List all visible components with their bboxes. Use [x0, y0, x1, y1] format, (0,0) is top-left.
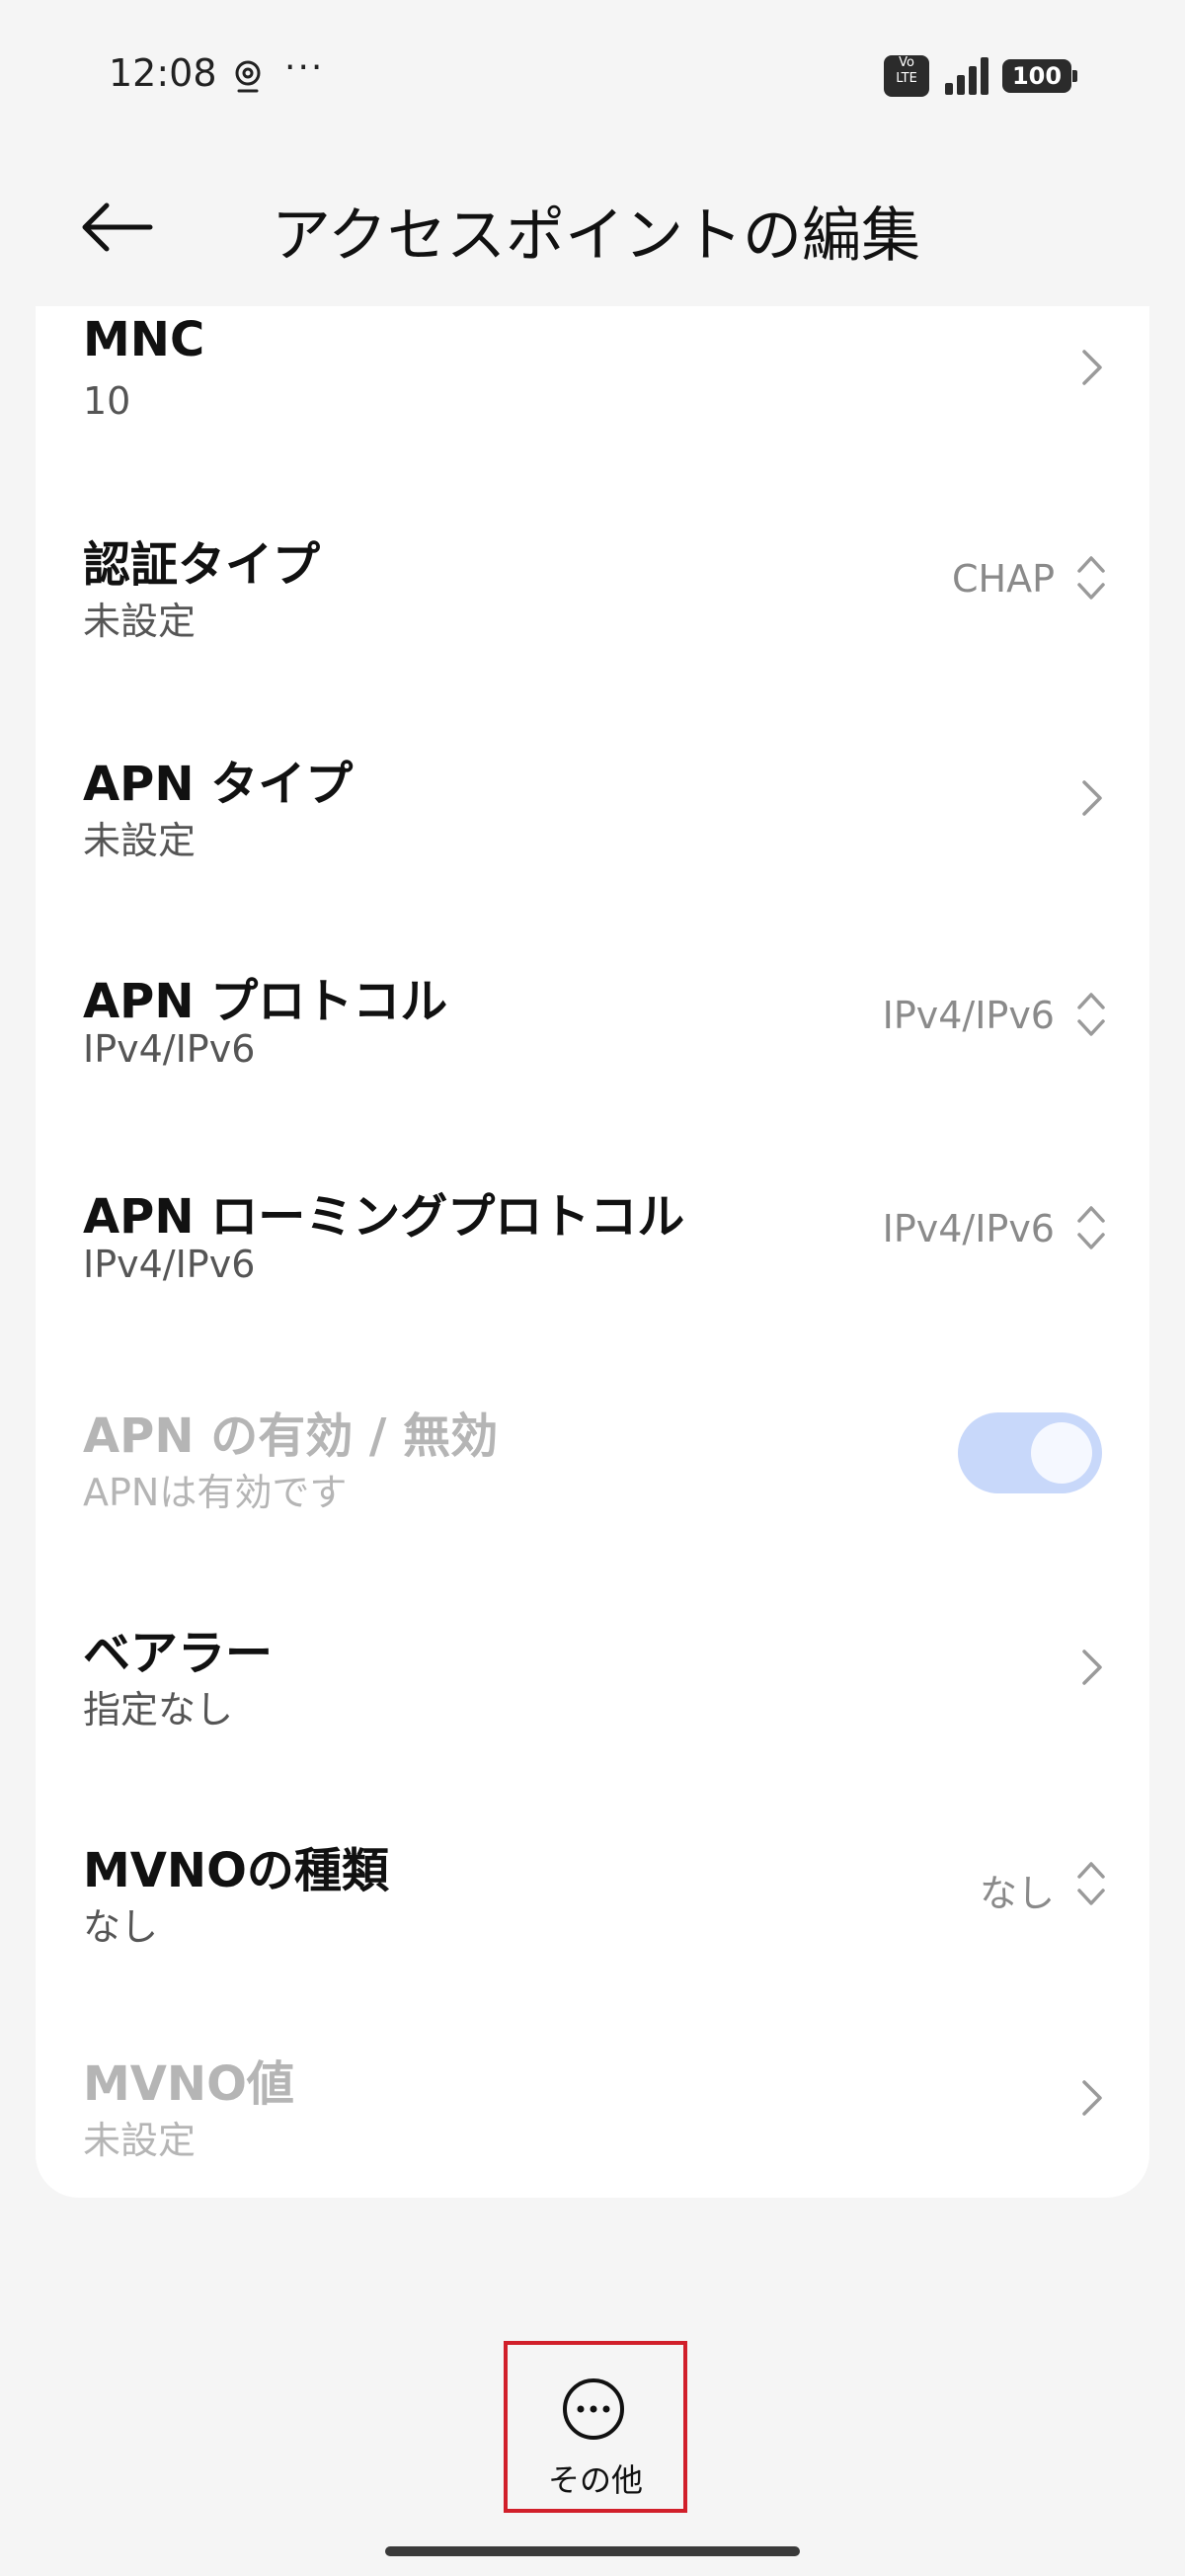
- row-title: 認証タイプ: [83, 537, 321, 593]
- volte-bottom-label: LTE: [896, 71, 917, 86]
- battery-icon: 100: [1002, 59, 1077, 93]
- row-apn-enable: APN の有効 / 無効 APNは有効です: [36, 1333, 1149, 1551]
- row-subtitle: 未設定: [83, 600, 197, 643]
- more-notifications-icon: ···: [284, 47, 325, 88]
- row-subtitle: IPv4/IPv6: [83, 1027, 256, 1071]
- toggle-knob: [1031, 1422, 1092, 1484]
- signal-icon: [945, 57, 988, 95]
- row-subtitle: 未設定: [83, 819, 197, 862]
- chevron-right-icon: [1082, 350, 1102, 385]
- row-title: ベアラー: [83, 1626, 274, 1681]
- updown-chevron-icon: [1077, 1862, 1105, 1905]
- more-options-button[interactable]: その他: [504, 2341, 687, 2513]
- row-title: MVNOの種類: [83, 1843, 389, 1898]
- row-title: APN タイプ: [83, 757, 354, 812]
- app-header: アクセスポイントの編集: [0, 148, 1185, 306]
- status-bar: 12:08 ··· Vo LTE 100: [0, 0, 1185, 148]
- home-indicator[interactable]: [385, 2546, 800, 2556]
- chevron-right-icon: [1082, 1650, 1102, 1685]
- row-title: APN ローミングプロトコル: [83, 1189, 685, 1245]
- location-icon: [235, 60, 261, 93]
- row-subtitle: 未設定: [83, 2119, 197, 2162]
- row-auth-type[interactable]: 認証タイプ 未設定 CHAP: [36, 464, 1149, 682]
- volte-top-label: Vo: [899, 55, 914, 70]
- updown-chevron-icon: [1077, 1206, 1105, 1249]
- more-options-label: その他: [547, 2461, 643, 2499]
- row-title: MNC: [83, 312, 205, 367]
- more-horizontal-circle-icon: [563, 2378, 624, 2440]
- row-bearer[interactable]: ベアラー 指定なし: [36, 1551, 1149, 1768]
- row-subtitle: なし: [83, 1905, 159, 1949]
- row-apn-roaming-protocol[interactable]: APN ローミングプロトコル IPv4/IPv6 IPv4/IPv6: [36, 1116, 1149, 1333]
- row-title: APN プロトコル: [83, 974, 448, 1029]
- status-time: 12:08: [109, 51, 217, 95]
- row-mvno-value[interactable]: MVNO値 未設定: [36, 1985, 1149, 2198]
- row-mvno-type[interactable]: MVNOの種類 なし なし: [36, 1768, 1149, 1985]
- back-arrow-icon[interactable]: [77, 198, 156, 257]
- row-title: MVNO値: [83, 2056, 294, 2112]
- page-title: アクセスポイントの編集: [272, 201, 920, 271]
- updown-chevron-icon: [1077, 993, 1105, 1036]
- row-value: CHAP: [951, 557, 1055, 601]
- row-subtitle: 指定なし: [83, 1688, 234, 1731]
- row-subtitle: 10: [83, 379, 131, 423]
- row-value: IPv4/IPv6: [882, 1207, 1055, 1250]
- row-title: APN の有効 / 無効: [83, 1409, 499, 1464]
- apn-enable-toggle: [958, 1412, 1102, 1493]
- chevron-right-icon: [1082, 780, 1102, 816]
- row-mnc[interactable]: MNC 10: [36, 306, 1149, 464]
- volte-icon: Vo LTE: [884, 55, 929, 97]
- chevron-right-icon: [1082, 2080, 1102, 2116]
- row-value: IPv4/IPv6: [882, 994, 1055, 1037]
- row-subtitle: IPv4/IPv6: [83, 1243, 256, 1286]
- row-apn-protocol[interactable]: APN プロトコル IPv4/IPv6 IPv4/IPv6: [36, 899, 1149, 1116]
- settings-card: MNC 10 認証タイプ 未設定 CHAP APN タイプ 未設定 APN プロ…: [36, 306, 1149, 2198]
- updown-chevron-icon: [1077, 556, 1105, 600]
- row-subtitle: APNは有効です: [83, 1471, 348, 1514]
- row-value: なし: [979, 1872, 1055, 1915]
- row-apn-type[interactable]: APN タイプ 未設定: [36, 682, 1149, 899]
